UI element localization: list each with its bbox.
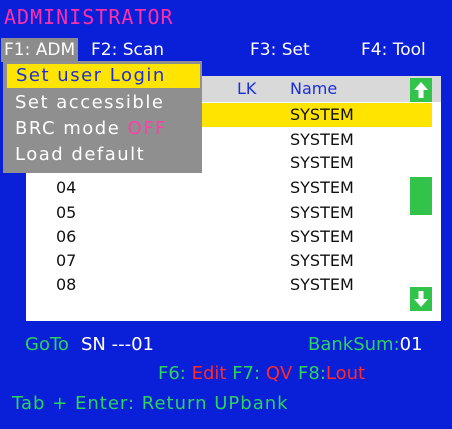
- sn-value: SN ---01: [81, 334, 155, 355]
- arrow-down-icon: [414, 291, 428, 307]
- osd-screen: ADMINISTRATOR F1: ADM F2: Scan F3: Set F…: [0, 0, 452, 429]
- row-name: SYSTEM: [290, 130, 354, 149]
- menu-item-set-user-login[interactable]: Set user Login: [7, 64, 200, 88]
- f8-key: F8:: [298, 363, 326, 384]
- row-sn: 08: [56, 275, 77, 294]
- brc-mode-label: BRC mode: [15, 118, 121, 139]
- row-sn: 05: [56, 203, 77, 222]
- row-name: SYSTEM: [290, 178, 354, 197]
- table-row[interactable]: 04 SYSTEM: [26, 176, 406, 200]
- function-keys: F6: Edit F7: QV F8:Lout: [158, 363, 365, 384]
- goto-label: GoTo: [25, 334, 69, 355]
- row-name: SYSTEM: [290, 275, 354, 294]
- f8-lout[interactable]: Lout: [326, 363, 365, 384]
- row-sn: 07: [56, 251, 77, 270]
- row-name: SYSTEM: [290, 153, 354, 172]
- tab-set[interactable]: F3: Set: [250, 38, 310, 62]
- f7-qv[interactable]: QV: [266, 363, 292, 384]
- row-sn: 06: [56, 227, 77, 246]
- menu-item-brc-mode[interactable]: BRC mode OFF: [3, 117, 202, 141]
- f6-edit[interactable]: Edit: [192, 363, 227, 384]
- row-name: SYSTEM: [290, 203, 354, 222]
- hint-text: Tab + Enter: Return UPbank: [12, 393, 289, 414]
- menu-item-set-accessible[interactable]: Set accessible: [3, 91, 202, 115]
- adm-dropdown-menu: Set user Login Set accessible BRC mode O…: [3, 61, 202, 173]
- table-row[interactable]: 05 SYSTEM: [26, 201, 406, 225]
- f7-key: F7:: [232, 363, 261, 384]
- arrow-up-icon: [414, 82, 428, 98]
- tab-scan[interactable]: F2: Scan: [91, 38, 164, 62]
- row-sn: 04: [56, 178, 77, 197]
- banksum-label: BankSum:: [308, 334, 400, 355]
- table-row[interactable]: 08 SYSTEM: [26, 273, 406, 297]
- row-name: SYSTEM: [290, 227, 354, 246]
- menu-item-load-default[interactable]: Load default: [3, 143, 202, 167]
- scrollbar-thumb[interactable]: [410, 177, 432, 215]
- banksum-value: 01: [399, 334, 423, 355]
- table-row[interactable]: 07 SYSTEM: [26, 249, 406, 273]
- brc-mode-value: OFF: [127, 118, 167, 139]
- tab-adm[interactable]: F1: ADM: [1, 38, 79, 62]
- f6-key: F6:: [158, 363, 186, 384]
- screen-title: ADMINISTRATOR: [4, 5, 174, 29]
- row-name: SYSTEM: [290, 251, 354, 270]
- scroll-up-button[interactable]: [410, 78, 432, 102]
- column-name: Name: [290, 79, 338, 98]
- tab-tool[interactable]: F4: Tool: [361, 38, 426, 62]
- scroll-down-button[interactable]: [410, 287, 432, 311]
- row-name: SYSTEM: [290, 105, 354, 124]
- banksum: BankSum:01: [308, 334, 423, 355]
- column-lk: LK: [237, 79, 257, 98]
- table-row[interactable]: 06 SYSTEM: [26, 225, 406, 249]
